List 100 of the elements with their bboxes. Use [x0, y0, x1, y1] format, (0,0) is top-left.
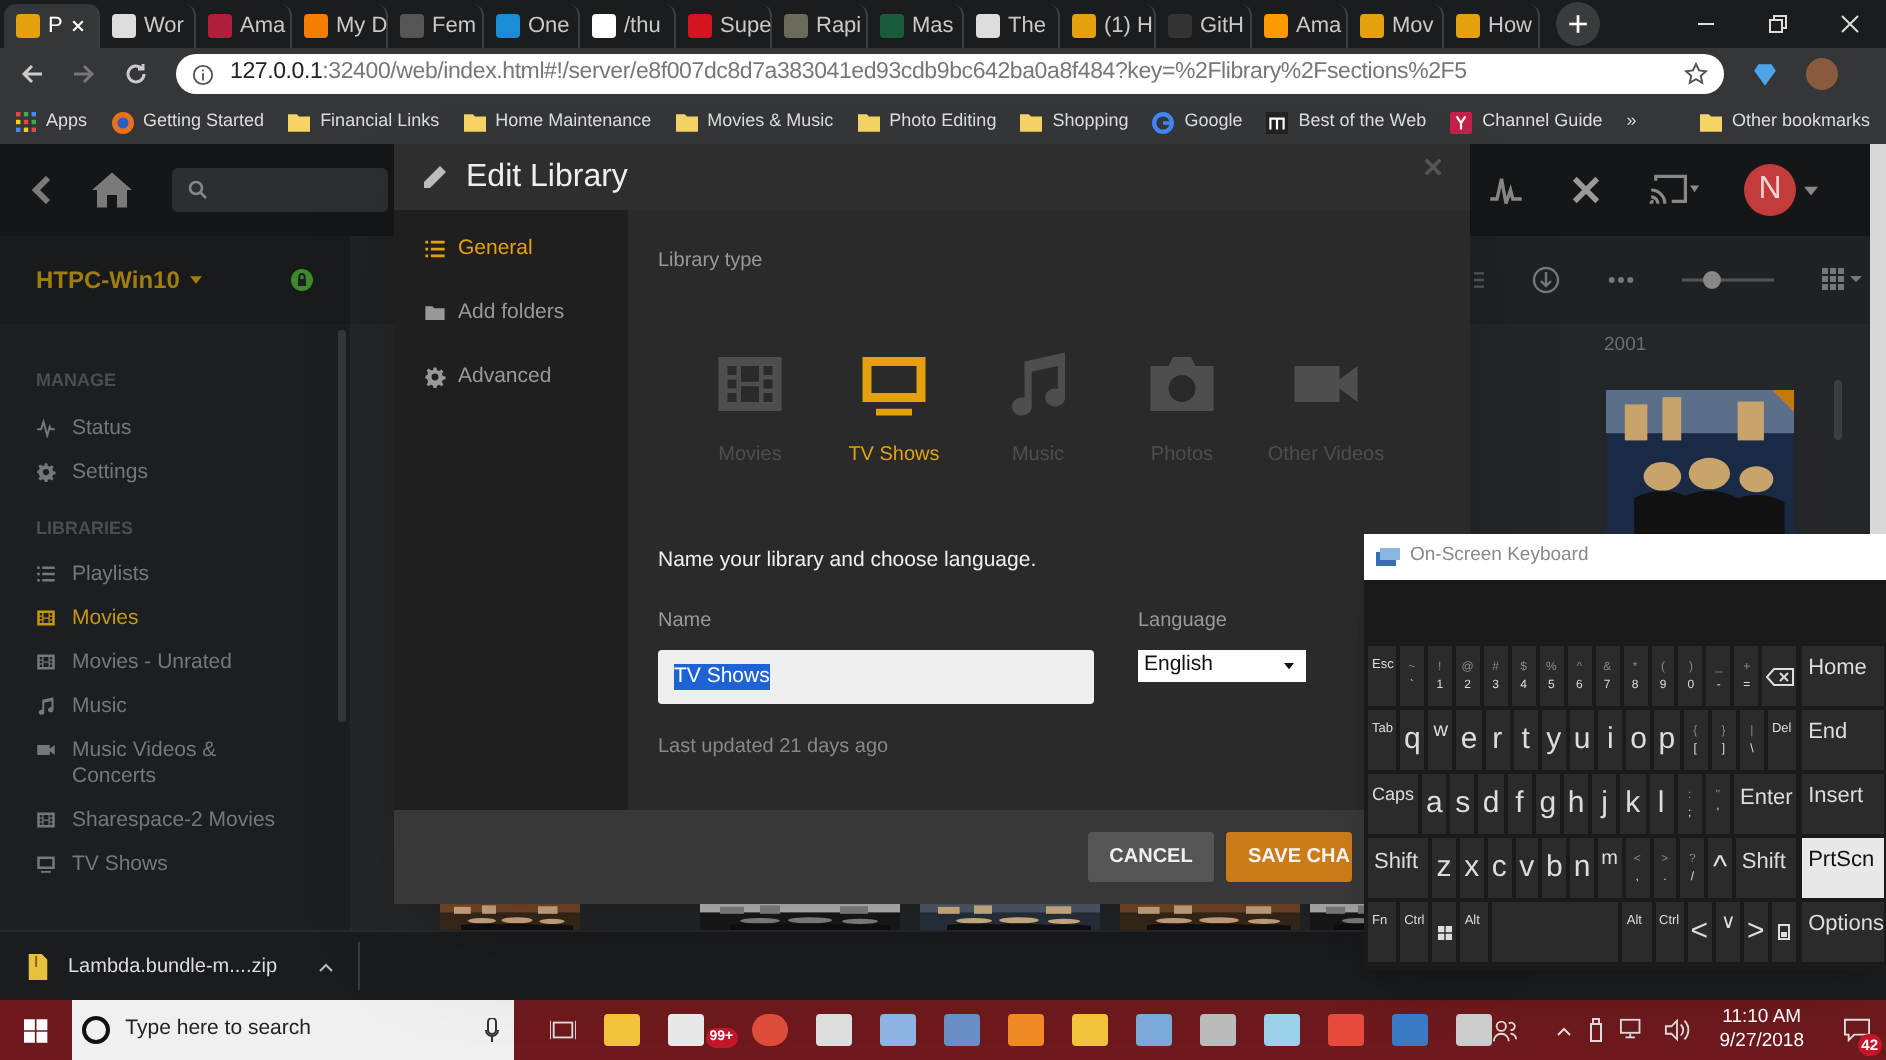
backspace-key[interactable]	[1762, 646, 1797, 706]
task-view-icon[interactable]	[549, 1018, 576, 1042]
back-icon[interactable]	[32, 176, 52, 204]
bookmark[interactable]: Photo Editing	[857, 108, 997, 136]
keyboard-key[interactable]: >	[1743, 902, 1768, 962]
people-icon[interactable]	[1491, 1018, 1518, 1042]
keyboard-key[interactable]: Options	[1802, 902, 1884, 962]
sidebar-item[interactable]: Settings	[36, 459, 314, 485]
download-icon[interactable]	[1532, 266, 1560, 294]
bookmark[interactable]: Getting Started	[111, 108, 265, 136]
keyboard-key[interactable]: z	[1432, 838, 1456, 898]
search-field[interactable]: Type here to search	[71, 1000, 514, 1060]
keyboard-key[interactable]: g	[1535, 774, 1560, 834]
app-icon[interactable]	[667, 1014, 704, 1046]
keyboard-key[interactable]: End	[1802, 710, 1884, 770]
keyboard-key[interactable]: PrtScn	[1802, 838, 1884, 898]
star-icon[interactable]	[1684, 62, 1708, 86]
dialog-nav-item[interactable]: General	[424, 234, 628, 266]
keyboard-key[interactable]: m	[1597, 838, 1622, 898]
bookmark[interactable]: Channel Guide	[1450, 108, 1603, 136]
bookmark[interactable]: Apps	[16, 108, 88, 136]
sidebar-item[interactable]: Music	[36, 694, 314, 720]
app-icon[interactable]	[879, 1014, 916, 1046]
keyboard-key[interactable]: b	[1542, 838, 1567, 898]
keyboard-key[interactable]: Insert	[1802, 774, 1884, 834]
app-icon[interactable]	[603, 1014, 640, 1046]
sidebar-item[interactable]: TV Shows	[36, 852, 314, 878]
keyboard-key[interactable]: Caps	[1368, 774, 1419, 834]
sidebar-item[interactable]: Music Videos & Concerts	[36, 738, 314, 790]
keyboard-key[interactable]: k	[1620, 774, 1646, 834]
keyboard-key[interactable]: e	[1456, 710, 1482, 770]
keyboard-key[interactable]: Home	[1802, 646, 1884, 706]
server-selector[interactable]: HTPC-Win10	[36, 262, 202, 298]
keyboard-key[interactable]: t	[1513, 710, 1538, 770]
more-icon[interactable]	[1608, 276, 1634, 284]
app-icon[interactable]	[815, 1014, 852, 1046]
home-icon[interactable]	[92, 172, 132, 208]
keyboard-key[interactable]: s	[1450, 774, 1475, 834]
bookmark[interactable]: Movies & Music	[675, 108, 834, 136]
windows-logo-icon[interactable]	[24, 1017, 48, 1043]
keyboard-key[interactable]: n	[1570, 838, 1594, 898]
browser-tab[interactable]: P	[4, 4, 100, 48]
clock[interactable]: 11:10 AM 9/27/2018	[1719, 1006, 1804, 1054]
keyboard-key[interactable]: x	[1459, 838, 1484, 898]
keyboard-key[interactable]: y	[1541, 710, 1566, 770]
language-dropdown[interactable]: English	[1138, 649, 1306, 682]
new-tab-button[interactable]: +	[1556, 2, 1600, 46]
keyboard-key[interactable]: u	[1569, 710, 1595, 770]
dialog-nav-item[interactable]: Add folders	[424, 297, 628, 329]
keyboard-key[interactable]: p	[1654, 710, 1680, 770]
speaker-icon[interactable]	[1663, 1018, 1690, 1042]
back-icon[interactable]	[20, 62, 44, 86]
sidebar-item[interactable]: Movies - Unrated	[36, 650, 314, 676]
keyboard-key[interactable]: j	[1592, 774, 1617, 834]
bookmark[interactable]: Financial Links	[288, 108, 440, 136]
more-bookmarks-button[interactable]: »	[1626, 108, 1637, 136]
user-avatar[interactable]: N	[1744, 164, 1796, 216]
cancel-button[interactable]: CANCEL	[1088, 832, 1214, 882]
keyboard-key[interactable]: i	[1598, 710, 1623, 770]
download-item[interactable]: Lambda.bundle-m....zip	[28, 942, 360, 990]
network-icon[interactable]	[1619, 1018, 1646, 1042]
keyboard-key[interactable]: r	[1485, 710, 1510, 770]
app-icon[interactable]	[1071, 1014, 1108, 1046]
windows-key[interactable]	[1432, 902, 1457, 962]
bookmark[interactable]: Best of the Web	[1266, 108, 1427, 136]
keyboard-key[interactable]: h	[1564, 774, 1589, 834]
keyboard-key[interactable]: d	[1478, 774, 1504, 834]
keyboard-key[interactable]: c	[1487, 838, 1512, 898]
app-icon[interactable]	[1007, 1014, 1044, 1046]
sidebar-item[interactable]: Movies	[36, 606, 314, 632]
keyboard-key[interactable]: v	[1515, 838, 1539, 898]
name-field[interactable]: TV Shows	[658, 649, 1094, 704]
dock-key[interactable]	[1771, 902, 1797, 962]
keyboard-key[interactable]: a	[1422, 774, 1447, 834]
dialog-nav-item[interactable]: Advanced	[424, 361, 628, 393]
keyboard-key[interactable]: o	[1626, 710, 1651, 770]
keyboard-key[interactable]: q	[1400, 710, 1425, 770]
sidebar-item[interactable]: Status	[36, 415, 314, 441]
usb-drive-icon[interactable]	[1589, 1018, 1602, 1042]
app-icon[interactable]	[1135, 1014, 1172, 1046]
keyboard-key[interactable]: <	[1687, 902, 1712, 962]
app-icon[interactable]	[1199, 1014, 1236, 1046]
sidebar-item[interactable]: Sharespace-2 Movies	[36, 808, 314, 834]
restore-icon[interactable]	[1768, 14, 1788, 34]
keyboard-key[interactable]: ∨	[1715, 902, 1740, 962]
reload-icon[interactable]	[124, 62, 148, 86]
keyboard-key[interactable]: ^	[1708, 838, 1732, 898]
bookmark[interactable]: Google	[1152, 108, 1243, 136]
keyboard-key[interactable]: f	[1507, 774, 1532, 834]
bookmark[interactable]: Other bookmarks	[1699, 108, 1870, 136]
chevron-up-icon[interactable]	[1555, 1025, 1572, 1035]
keyboard-key[interactable]: w	[1428, 710, 1453, 770]
bookmark[interactable]: Shopping	[1020, 108, 1129, 136]
keyboard-key[interactable]: Shift	[1368, 838, 1429, 898]
size-slider-icon[interactable]	[1682, 270, 1774, 290]
keyboard-key[interactable]: l	[1649, 774, 1674, 834]
diamond-icon[interactable]	[1752, 61, 1778, 87]
page-scrollbar[interactable]	[1870, 144, 1886, 534]
bookmark[interactable]: Home Maintenance	[463, 108, 652, 136]
cast-icon[interactable]	[1648, 174, 1700, 206]
